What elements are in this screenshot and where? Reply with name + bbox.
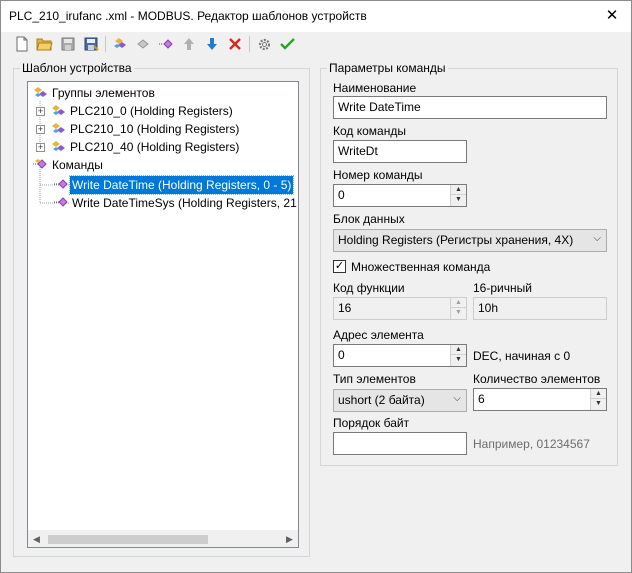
new-file-icon[interactable]: [13, 35, 31, 53]
tree-groups-root[interactable]: Группы элементов: [32, 84, 157, 102]
spin-down-icon[interactable]: ▼: [451, 355, 466, 365]
toolbar-separator: [249, 36, 250, 52]
title-bar: PLC_210_irufanc .xml - MODBUS. Редактор …: [1, 1, 631, 32]
command-label-selected: Write DateTime (Holding Registers, 0 - 5…: [68, 175, 295, 195]
tree-item-group[interactable]: PLC210_10 (Holding Registers): [50, 120, 241, 138]
name-field[interactable]: Write DateTime: [333, 96, 607, 119]
group-icon: [52, 123, 65, 133]
chevron-down-icon: ⌵: [453, 393, 461, 404]
groups-icon: [34, 87, 47, 97]
scroll-right-icon[interactable]: ▶: [281, 531, 298, 547]
group-label: PLC210_10 (Holding Registers): [70, 122, 240, 136]
template-tree[interactable]: Группы элементов + PLC210_0 (Holding Reg…: [27, 81, 299, 548]
address-hint: DEC, начиная с 0: [473, 349, 571, 363]
number-stepper[interactable]: 0 ▲ ▼: [333, 184, 467, 207]
command-icon: [54, 197, 68, 207]
add-command-icon[interactable]: [157, 35, 175, 53]
scroll-left-icon[interactable]: ◀: [28, 531, 45, 547]
hex-field: 10h: [473, 297, 607, 320]
spin-down-icon[interactable]: ▼: [591, 399, 606, 409]
apply-icon[interactable]: [278, 35, 296, 53]
command-label: Write DateTimeSys (Holding Registers, 21…: [72, 196, 299, 210]
tree-item-group[interactable]: PLC210_40 (Holding Registers): [50, 138, 241, 156]
add-group-icon[interactable]: [111, 35, 129, 53]
number-value: 0: [338, 188, 345, 202]
spin-up-icon[interactable]: ▲: [451, 345, 466, 355]
byteorder-field[interactable]: [333, 432, 467, 455]
save-icon[interactable]: [59, 35, 77, 53]
expand-toggle[interactable]: +: [36, 125, 45, 134]
tree-item-command[interactable]: Write DateTimeSys (Holding Registers, 21…: [54, 194, 299, 212]
count-value: 6: [478, 392, 485, 406]
commands-root-label: Команды: [52, 158, 103, 172]
toolbar: [1, 32, 631, 56]
groups-root-label: Группы элементов: [52, 86, 155, 100]
func-spin: ▲ ▼: [450, 298, 466, 319]
template-group-title: Шаблон устройства: [20, 61, 134, 75]
multi-checkbox[interactable]: ✓: [333, 260, 346, 273]
group-icon: [52, 141, 65, 151]
group-icon: [52, 105, 65, 115]
expand-toggle[interactable]: +: [36, 143, 45, 152]
spin-up-icon[interactable]: ▲: [591, 389, 606, 399]
block-select[interactable]: Holding Registers (Регистры хранения, 4X…: [333, 229, 607, 252]
spin-up-icon: ▲: [451, 298, 466, 308]
commands-icon: [33, 159, 47, 169]
tree-horizontal-scrollbar[interactable]: ◀ ▶: [28, 530, 298, 547]
params-group-title: Параметры команды: [327, 61, 448, 75]
type-value: ushort (2 байта): [338, 393, 425, 407]
tree-item-group[interactable]: PLC210_0 (Holding Registers): [50, 102, 235, 120]
address-spin: ▲ ▼: [450, 345, 466, 366]
func-value: 16: [338, 301, 352, 315]
hex-label: 16-ричный: [473, 281, 532, 295]
chevron-down-icon: ⌵: [593, 233, 601, 244]
block-label: Блок данных: [333, 212, 405, 226]
scroll-thumb[interactable]: [48, 535, 208, 544]
address-stepper[interactable]: 0 ▲ ▼: [333, 344, 467, 367]
command-icon: [54, 179, 68, 189]
byteorder-label: Порядок байт: [333, 416, 410, 430]
name-label: Наименование: [333, 81, 417, 95]
delete-icon[interactable]: [226, 35, 244, 53]
tree-item-command[interactable]: Write DateTime (Holding Registers, 0 - 5…: [54, 175, 295, 195]
spin-down-icon: ▼: [455, 309, 462, 316]
move-down-icon[interactable]: [203, 35, 221, 53]
code-field[interactable]: WriteDt: [333, 140, 467, 163]
number-label: Номер команды: [333, 168, 423, 182]
func-stepper: 16 ▲ ▼: [333, 297, 467, 320]
move-up-icon[interactable]: [180, 35, 198, 53]
settings-icon[interactable]: [255, 35, 273, 53]
spin-up-icon[interactable]: ▲: [451, 185, 466, 195]
number-spin: ▲ ▼: [450, 185, 466, 206]
group-label: PLC210_40 (Holding Registers): [70, 140, 240, 154]
type-label: Тип элементов: [333, 372, 416, 386]
address-value: 0: [338, 348, 345, 362]
editor-window: PLC_210_irufanc .xml - MODBUS. Редактор …: [0, 0, 632, 573]
type-select[interactable]: ushort (2 байта) ⌵: [333, 389, 467, 412]
open-folder-icon[interactable]: [35, 35, 53, 53]
spin-down-icon[interactable]: ▼: [451, 195, 466, 205]
count-label: Количество элементов: [473, 372, 601, 386]
multi-label: Множественная команда: [351, 260, 491, 274]
toolbar-separator: [105, 36, 106, 52]
window-title: PLC_210_irufanc .xml - MODBUS. Редактор …: [9, 9, 367, 23]
block-value: Holding Registers (Регистры хранения, 4X…: [338, 233, 574, 247]
save-as-icon[interactable]: [82, 35, 100, 53]
add-element-icon[interactable]: [134, 35, 152, 53]
byteorder-hint: Например, 01234567: [473, 437, 590, 451]
tree-commands-root[interactable]: Команды: [32, 156, 105, 174]
address-label: Адрес элемента: [333, 328, 424, 342]
code-label: Код команды: [333, 124, 406, 138]
group-label: PLC210_0 (Holding Registers): [70, 104, 233, 118]
expand-toggle[interactable]: +: [36, 107, 45, 116]
count-stepper[interactable]: 6 ▲ ▼: [473, 388, 607, 411]
close-button[interactable]: ✕: [601, 5, 623, 27]
func-label: Код функции: [333, 281, 405, 295]
count-spin: ▲ ▼: [590, 389, 606, 410]
